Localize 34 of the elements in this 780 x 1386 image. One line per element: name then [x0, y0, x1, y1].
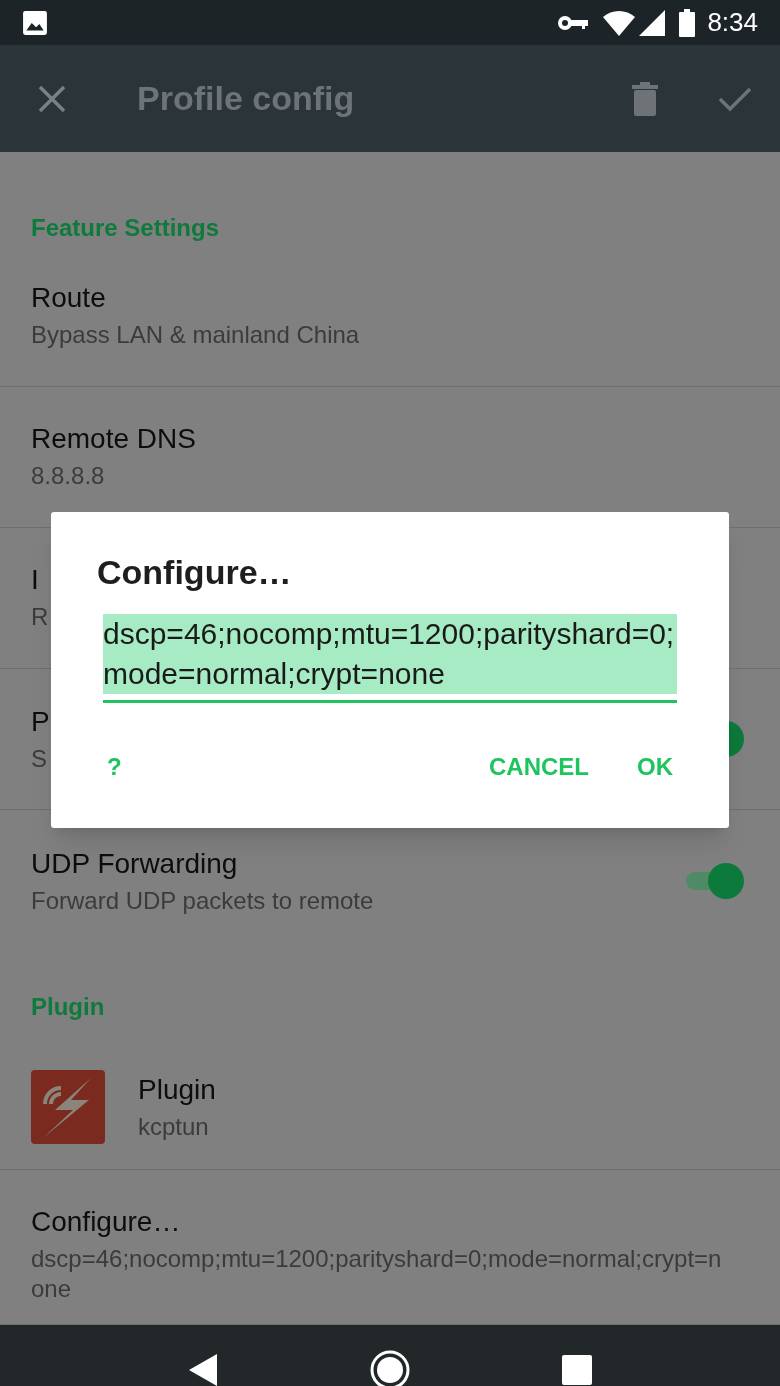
signal-icon	[639, 9, 666, 36]
setting-title: Route	[31, 281, 106, 315]
setting-summary: kcptun	[138, 1112, 209, 1142]
section-header: Feature Settings	[30, 213, 221, 243]
setting-summary: S	[31, 744, 47, 774]
home-icon	[369, 1349, 411, 1386]
trash-icon	[632, 81, 658, 116]
section-header: Plugin	[30, 992, 106, 1022]
check-icon	[718, 85, 752, 112]
battery-icon	[679, 8, 696, 37]
setting-title: Plugin	[138, 1073, 216, 1107]
image-icon	[22, 9, 48, 36]
setting-summary: Forward UDP packets to remote	[31, 885, 374, 916]
dialog-title: Configure…	[97, 552, 293, 593]
setting-summary: dscp=46;nocomp;mtu=1200;parityshard=0;mode=normal;crypt=none	[31, 1244, 723, 1304]
setting-title: UDP Forwarding	[31, 846, 238, 881]
setting-title: P	[31, 705, 50, 739]
wifi-icon	[603, 9, 636, 36]
setting-title: Remote DNS	[31, 422, 196, 456]
setting-summary: R	[31, 602, 49, 632]
setting-row[interactable]: Route Bypass LAN & mainland China	[0, 246, 780, 387]
setting-title: I	[31, 563, 39, 597]
back-icon	[189, 1354, 218, 1386]
setting-summary: 8.8.8.8	[31, 461, 105, 491]
setting-row[interactable]: Plugin kcptun	[0, 1045, 780, 1170]
setting-summary: Bypass LAN & mainland China	[31, 320, 360, 350]
close-icon	[38, 84, 66, 113]
plugin-icon	[31, 1070, 105, 1144]
recents-icon	[561, 1355, 592, 1385]
screen-title: Profile config	[137, 78, 356, 119]
clock: 8:34	[707, 6, 758, 39]
setting-row[interactable]: UDP Forwarding Forward UDP packets to remote	[0, 810, 780, 951]
key-icon	[557, 13, 590, 32]
setting-title: Configure…	[31, 1205, 181, 1239]
